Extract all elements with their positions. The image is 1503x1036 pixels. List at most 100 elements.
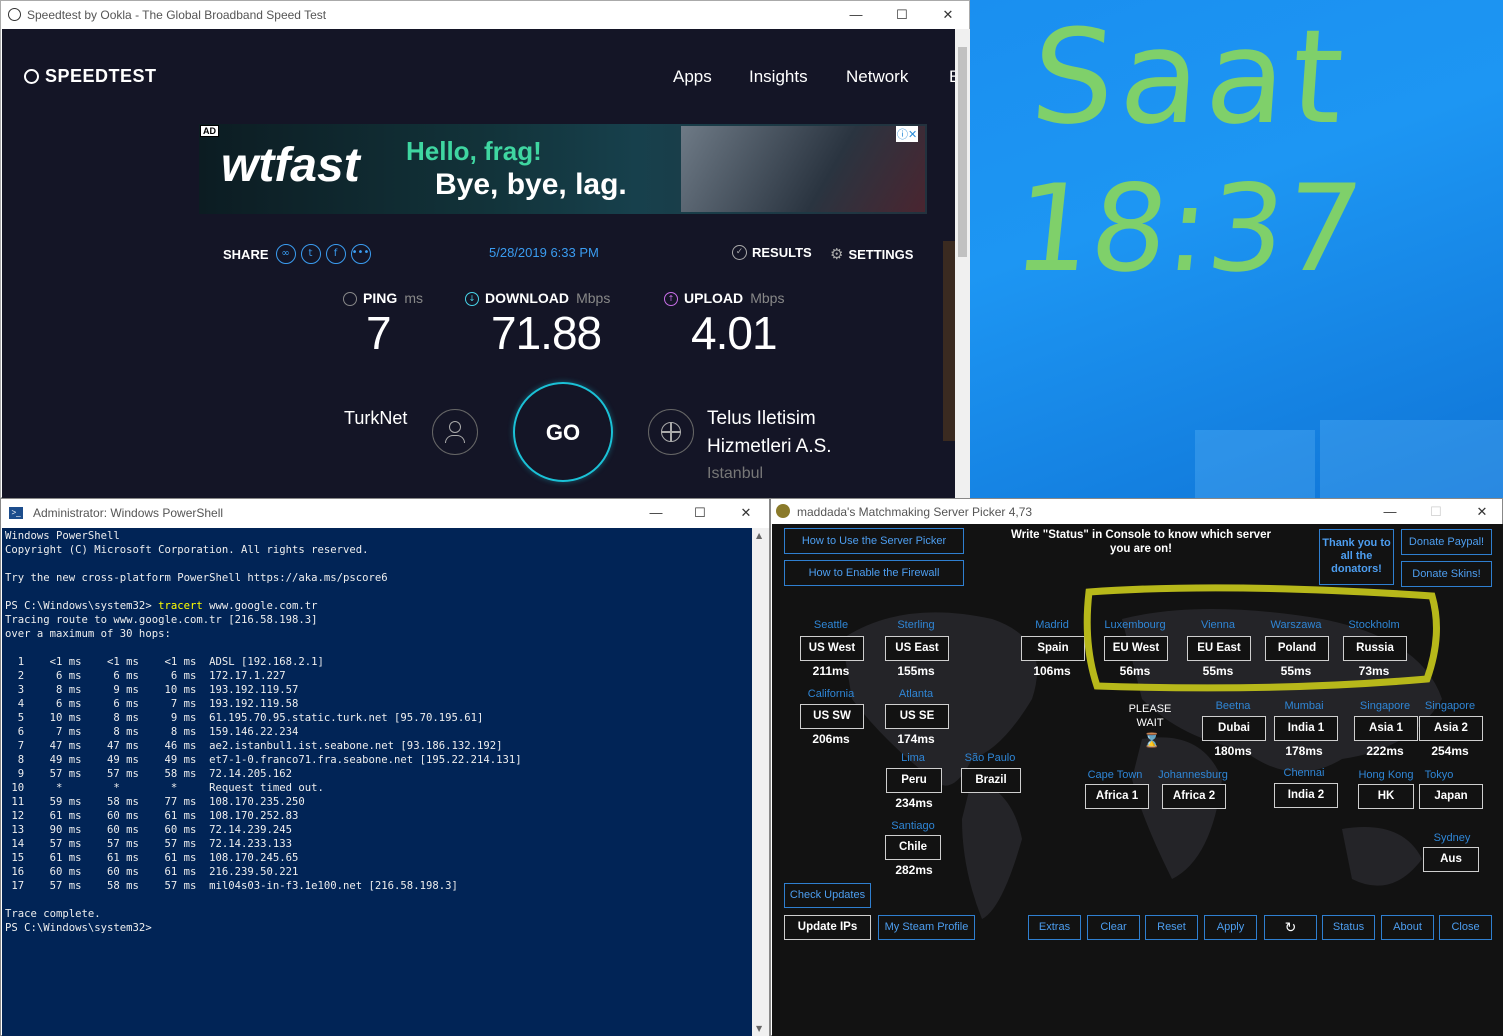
highlight-annotation <box>1083 584 1440 692</box>
server-name-line2: Hizmetleri A.S. <box>707 436 832 457</box>
server-africa-1[interactable]: Africa 1 <box>1085 784 1149 809</box>
server-us-sw[interactable]: US SW <box>800 704 864 729</box>
server-brazil[interactable]: Brazil <box>961 768 1021 793</box>
extras-button[interactable]: Extras <box>1028 915 1081 940</box>
close-button[interactable]: ✕ <box>925 1 971 29</box>
close-button[interactable]: ✕ <box>723 499 769 527</box>
results-link[interactable]: ✓ RESULTS <box>732 245 812 260</box>
ping-india-1: 178ms <box>1285 744 1323 758</box>
nav-apps[interactable]: Apps <box>673 67 712 87</box>
isp-name: TurkNet <box>344 408 408 428</box>
how-to-firewall-button[interactable]: How to Enable the Firewall <box>784 560 964 586</box>
upload-icon: ↑ <box>664 291 678 306</box>
powershell-window: >_ Administrator: Windows PowerShell — ☐… <box>0 498 770 1036</box>
city-santiago: Santiago <box>891 820 935 832</box>
server-peru[interactable]: Peru <box>886 768 942 793</box>
twitter-icon[interactable]: t <box>300 244 321 264</box>
server-asia-1[interactable]: Asia 1 <box>1354 716 1418 741</box>
minimize-button[interactable]: — <box>833 1 879 29</box>
ad-brand: wtfast <box>221 139 360 192</box>
ad-image <box>681 126 925 212</box>
please-wait: PLEASE WAIT <box>1128 703 1172 729</box>
status-button[interactable]: Status <box>1322 915 1375 940</box>
server-japan[interactable]: Japan <box>1419 784 1483 809</box>
speedtest-scrollbar[interactable] <box>955 29 970 498</box>
city-atlanta: Atlanta <box>898 688 934 700</box>
server-africa-2[interactable]: Africa 2 <box>1162 784 1226 809</box>
donate-paypal-button[interactable]: Donate Paypal! <box>1401 529 1492 555</box>
nav-network[interactable]: Network <box>846 67 908 87</box>
speedtest-window: Speedtest by Ookla - The Global Broadban… <box>0 0 970 498</box>
clock-label: Saat <box>1026 1 1355 153</box>
server-picker-window: maddada's Matchmaking Server Picker 4,73… <box>770 498 1503 1036</box>
download-metric: ↓ DOWNLOAD Mbps <box>465 288 610 307</box>
about-button[interactable]: About <box>1381 915 1434 940</box>
speedtest-app-icon <box>8 8 21 21</box>
ad-banner[interactable]: AD wtfast Hello, frag! Bye, bye, lag. ⓘ✕ <box>199 124 927 214</box>
minimize-button[interactable]: — <box>1367 499 1413 524</box>
console-scrollbar[interactable]: ▲ ▼ <box>752 528 769 1036</box>
download-value: 71.88 <box>491 307 602 359</box>
go-button[interactable]: GO <box>513 382 613 482</box>
window-title: Speedtest by Ookla - The Global Broadban… <box>27 8 327 22</box>
test-datetime: 5/28/2019 6:33 PM <box>489 245 599 260</box>
ping-us-sw: 206ms <box>812 732 850 746</box>
check-circle-icon: ✓ <box>732 245 747 260</box>
picker-app-icon <box>776 504 790 518</box>
maximize-button[interactable]: ☐ <box>677 499 723 527</box>
window-title: Administrator: Windows PowerShell <box>33 506 224 520</box>
server-name-line1: Telus Iletisim <box>707 408 816 429</box>
speedtest-logo[interactable]: SPEEDTEST <box>24 66 157 87</box>
ping-asia-2: 254ms <box>1431 744 1469 758</box>
facebook-icon[interactable]: f <box>325 244 346 264</box>
ad-badge: AD <box>200 125 219 137</box>
server-asia-2[interactable]: Asia 2 <box>1419 716 1483 741</box>
server-us-east[interactable]: US East <box>885 636 949 661</box>
update-ips-button[interactable]: Update IPs <box>784 915 871 940</box>
server-us-se[interactable]: US SE <box>885 704 949 729</box>
link-icon[interactable]: ∞ <box>275 244 296 264</box>
console-output[interactable]: Windows PowerShell Copyright (C) Microso… <box>2 528 752 1036</box>
settings-link[interactable]: ⚙ SETTINGS <box>830 245 913 263</box>
command: tracert <box>158 600 203 612</box>
tracert-output: Tracing route to www.google.com.tr [216.… <box>5 614 522 934</box>
clear-button[interactable]: Clear <box>1087 915 1140 940</box>
reset-button[interactable]: Reset <box>1145 915 1198 940</box>
steam-profile-button[interactable]: My Steam Profile <box>878 915 975 940</box>
server-hk[interactable]: HK <box>1358 784 1414 809</box>
city-sterling: Sterling <box>897 619 935 631</box>
maximize-button[interactable]: ☐ <box>879 1 925 29</box>
city-sydney: Sydney <box>1433 832 1471 844</box>
check-updates-button[interactable]: Check Updates <box>784 883 871 908</box>
console-header: Windows PowerShell Copyright (C) Microso… <box>5 530 388 584</box>
maximize-button[interactable]: ☐ <box>1413 499 1459 524</box>
server-us-west[interactable]: US West <box>800 636 864 661</box>
window-title: maddada's Matchmaking Server Picker 4,73 <box>797 504 1033 519</box>
close-app-button[interactable]: Close <box>1439 915 1492 940</box>
upload-metric: ↑ UPLOAD Mbps <box>664 288 784 307</box>
ping-us-se: 174ms <box>897 732 935 746</box>
more-icon[interactable]: ••• <box>350 244 371 264</box>
minimize-button[interactable]: — <box>633 499 679 527</box>
how-to-use-button[interactable]: How to Use the Server Picker <box>784 528 964 554</box>
close-button[interactable]: ✕ <box>1459 499 1503 524</box>
ad-info-icon[interactable]: ⓘ✕ <box>896 126 919 142</box>
server-aus[interactable]: Aus <box>1423 847 1479 872</box>
globe-icon[interactable] <box>648 409 694 455</box>
nav-insights[interactable]: Insights <box>749 67 808 87</box>
server-india-2[interactable]: India 2 <box>1274 783 1338 808</box>
city-chennai: Chennai <box>1283 767 1325 779</box>
server-dubai[interactable]: Dubai <box>1202 716 1266 741</box>
gauge-icon <box>24 69 39 84</box>
ping-peru: 234ms <box>895 796 933 810</box>
city-california: California <box>807 688 855 700</box>
server-chile[interactable]: Chile <box>885 835 941 860</box>
refresh-icon[interactable]: ↻ <box>1264 915 1317 940</box>
apply-button[interactable]: Apply <box>1204 915 1257 940</box>
powershell-icon: >_ <box>9 507 23 519</box>
server-india-1[interactable]: India 1 <box>1274 716 1338 741</box>
ping-icon <box>343 291 357 306</box>
ad-line2: Bye, bye, lag. <box>435 168 627 201</box>
server-spain[interactable]: Spain <box>1021 636 1085 661</box>
ping-us-west: 211ms <box>812 664 850 678</box>
